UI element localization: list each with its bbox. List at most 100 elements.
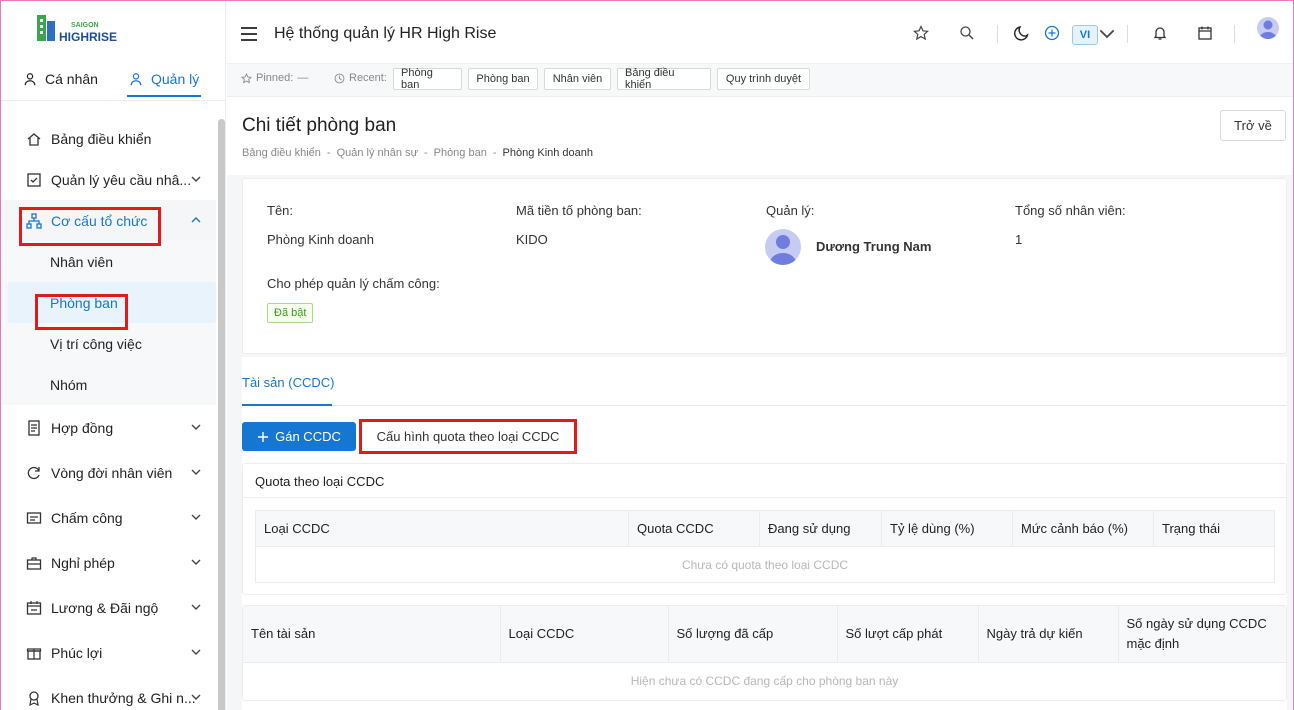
saigon-highrise-logo[interactable]: SAIGON HIGHRISE bbox=[37, 13, 157, 45]
tab-divider bbox=[242, 405, 1287, 406]
recent-chip[interactable]: Quy trình duyệt bbox=[717, 68, 810, 90]
recent-chip[interactable]: Phòng ban bbox=[468, 68, 538, 90]
clock-icon bbox=[334, 73, 345, 83]
assign-ccdc-button[interactable]: Gán CCDC bbox=[242, 422, 356, 451]
active-tab-underline bbox=[127, 95, 202, 97]
sidebar-menu: Bảng điều khiển Quản lý yêu cầu nhâ... C… bbox=[1, 116, 216, 710]
main-content: Chi tiết phòng ban Bảng điều khiển - Quả… bbox=[227, 98, 1293, 710]
asset-list-card: Tên tài sản Loại CCDC Số lượng đã cấp Số… bbox=[242, 605, 1287, 701]
language-selector[interactable]: VI bbox=[1072, 25, 1098, 45]
column-header: Tỷ lệ dùng (%) bbox=[881, 510, 1013, 547]
pinned-section: Pinned: — bbox=[241, 72, 308, 84]
sidebar-item-benefits[interactable]: Phúc lợi bbox=[1, 630, 216, 675]
chevron-down-icon bbox=[191, 176, 201, 182]
chevron-down-icon bbox=[191, 424, 201, 430]
sidebar-item-contracts[interactable]: Hợp đồng bbox=[1, 405, 216, 450]
home-icon bbox=[25, 130, 43, 148]
tab-personal[interactable]: Cá nhân bbox=[23, 71, 98, 87]
recent-bar: Pinned: — Recent: Phòng ban Phòng ban Nh… bbox=[227, 64, 1293, 97]
app-title: Hệ thống quản lý HR High Rise bbox=[274, 25, 497, 42]
plus-icon bbox=[258, 431, 269, 442]
calendar-money-icon bbox=[25, 599, 43, 617]
chevron-up-icon bbox=[191, 217, 201, 223]
column-header: Ngày trả dự kiến bbox=[978, 606, 1119, 662]
divider bbox=[1234, 25, 1235, 43]
search-icon[interactable] bbox=[959, 25, 975, 41]
contract-icon bbox=[25, 419, 43, 437]
user-avatar[interactable] bbox=[1257, 17, 1279, 39]
chevron-down-icon bbox=[191, 469, 201, 475]
gift-icon bbox=[25, 644, 43, 662]
mode-tabs: Cá nhân Quản lý bbox=[1, 63, 226, 101]
breadcrumb-item[interactable]: Quản lý nhân sự bbox=[337, 147, 418, 159]
column-header: Mức cảnh báo (%) bbox=[1012, 510, 1154, 547]
sidebar-item-leave[interactable]: Nghỉ phép bbox=[1, 540, 216, 585]
recent-chip[interactable]: Bảng điều khiển bbox=[617, 67, 711, 91]
breadcrumb-separator: - bbox=[326, 147, 331, 159]
sidebar-item-payroll[interactable]: Lương & Đãi ngộ bbox=[1, 585, 216, 630]
assets-section: Tài sản (CCDC) Gán CCDC Cấu hình quota t… bbox=[242, 357, 1287, 710]
breadcrumb-separator: - bbox=[492, 147, 497, 159]
recent-chip[interactable]: Nhân viên bbox=[544, 68, 611, 90]
bell-icon[interactable] bbox=[1152, 25, 1168, 41]
page-title: Chi tiết phòng ban bbox=[242, 115, 397, 136]
column-header: Trạng thái bbox=[1153, 510, 1275, 547]
manager-label: Quản lý: bbox=[766, 203, 815, 218]
column-header: Đang sử dụng bbox=[759, 510, 882, 547]
user-icon bbox=[130, 73, 142, 86]
name-label: Tên: bbox=[267, 203, 294, 218]
prefix-label: Mã tiền tố phòng ban: bbox=[516, 203, 642, 218]
active-tab-indicator bbox=[242, 404, 332, 406]
table-header-row: Loại CCDC Quota CCDC Đang sử dụng Tỷ lệ … bbox=[255, 510, 1275, 547]
status-badge: Đã bật bbox=[267, 303, 314, 323]
app-window: SAIGON HIGHRISE Cá nhân Quản lý Bảng điề… bbox=[0, 0, 1294, 710]
empty-state: Hiện chưa có CCDC đang cấp cho phòng ban… bbox=[243, 661, 1286, 700]
breadcrumb-separator: - bbox=[423, 147, 428, 159]
refresh-icon bbox=[25, 464, 43, 482]
sidebar-item-attendance[interactable]: Chấm công bbox=[1, 495, 216, 540]
total-employees-value: 1 bbox=[1015, 232, 1023, 247]
breadcrumb-item[interactable]: Phòng ban bbox=[434, 147, 487, 159]
tab-management[interactable]: Quản lý bbox=[127, 71, 202, 97]
divider bbox=[1127, 25, 1128, 43]
sidebar-subitem-employees[interactable]: Nhân viên bbox=[1, 241, 216, 282]
page-header: Chi tiết phòng ban Bảng điều khiển - Quả… bbox=[227, 98, 1293, 175]
column-header: Quota CCDC bbox=[628, 510, 760, 547]
dark-mode-moon-icon[interactable] bbox=[1014, 25, 1030, 41]
divider bbox=[997, 25, 998, 43]
tab-assets[interactable]: Tài sản (CCDC) bbox=[242, 375, 334, 390]
star-icon[interactable] bbox=[913, 25, 929, 41]
breadcrumb-item[interactable]: Bảng điều khiển bbox=[242, 147, 321, 159]
breadcrumb-current: Phòng Kinh doanh bbox=[502, 147, 594, 159]
recent-chip[interactable]: Phòng ban bbox=[393, 67, 462, 91]
sidebar-item-requests[interactable]: Quản lý yêu cầu nhâ... bbox=[1, 159, 216, 200]
chevron-down-icon bbox=[191, 649, 201, 655]
chevron-down-icon bbox=[191, 694, 201, 700]
sidebar-item-rewards[interactable]: Khen thưởng & Ghi n... bbox=[1, 675, 216, 710]
sidebar-item-dashboard[interactable]: Bảng điều khiển bbox=[1, 118, 216, 159]
total-employees-label: Tổng số nhân viên: bbox=[1015, 203, 1126, 218]
checkbox-icon bbox=[25, 171, 43, 189]
sidebar-scrollbar[interactable] bbox=[218, 119, 225, 710]
column-header: Số lượng đã cấp bbox=[668, 606, 838, 662]
asset-table: Tên tài sản Loại CCDC Số lượng đã cấp Số… bbox=[243, 606, 1286, 700]
chevron-down-icon[interactable] bbox=[1099, 25, 1115, 41]
department-info-card: Tên: Phòng Kinh doanh Mã tiền tố phòng b… bbox=[242, 178, 1287, 354]
add-circle-icon[interactable] bbox=[1044, 25, 1060, 41]
highlight-box-departments bbox=[35, 294, 128, 330]
hamburger-menu-icon[interactable] bbox=[241, 27, 257, 41]
user-icon bbox=[24, 73, 36, 86]
quota-title: Quota theo loại CCDC bbox=[255, 474, 385, 489]
sidebar-subitem-groups[interactable]: Nhóm bbox=[1, 364, 216, 405]
sidebar-item-lifecycle[interactable]: Vòng đời nhân viên bbox=[1, 450, 216, 495]
column-header: Số lượt cấp phát bbox=[837, 606, 979, 662]
empty-state: Chưa có quota theo loại CCDC bbox=[255, 546, 1275, 583]
column-header: Loại CCDC bbox=[255, 510, 629, 547]
back-button[interactable]: Trở về bbox=[1220, 110, 1286, 141]
quota-table: Loại CCDC Quota CCDC Đang sử dụng Tỷ lệ … bbox=[255, 510, 1275, 583]
column-header: Loại CCDC bbox=[500, 606, 669, 662]
highlight-box-org-structure bbox=[19, 207, 161, 246]
quota-card: Quota theo loại CCDC Loại CCDC Quota CCD… bbox=[242, 463, 1287, 595]
manager-name[interactable]: Dương Trung Nam bbox=[816, 239, 931, 254]
calendar-icon[interactable] bbox=[1197, 25, 1213, 41]
